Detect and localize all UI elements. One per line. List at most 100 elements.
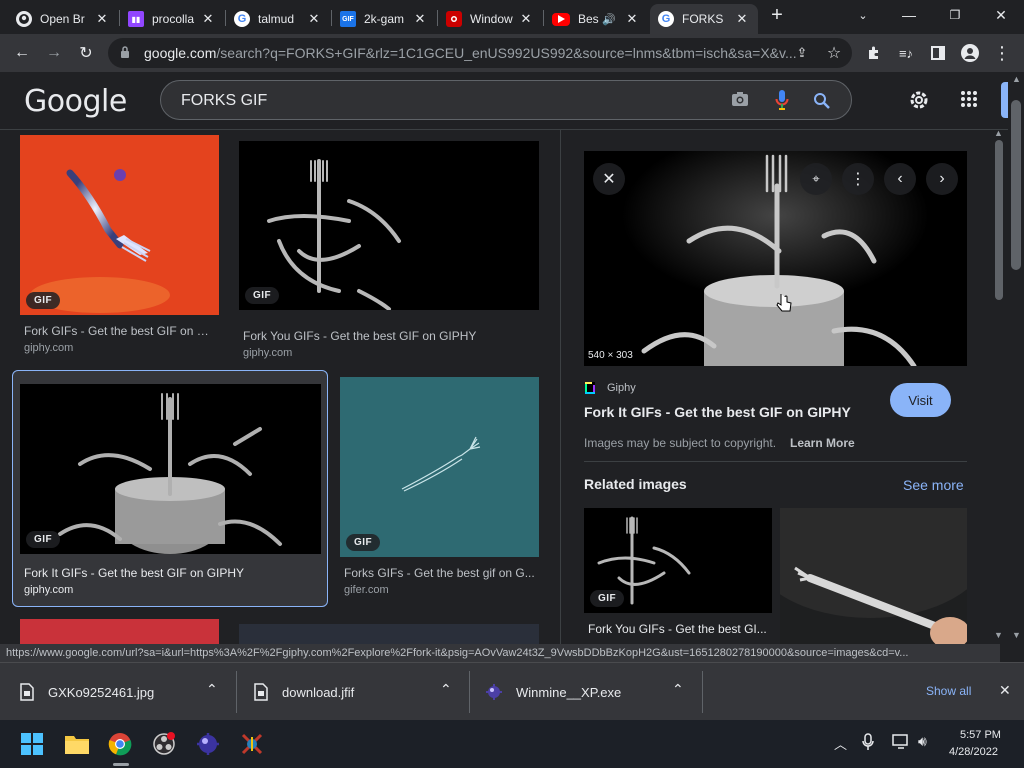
obs-studio-icon[interactable] xyxy=(148,728,180,760)
volume-icon[interactable]: 🔊︎ xyxy=(918,733,927,750)
result-title[interactable]: Fork It GIFs - Get the best GIF on GIPHY xyxy=(24,566,320,580)
result-source[interactable]: giphy.com xyxy=(243,347,292,359)
result-thumbnail[interactable]: GIF xyxy=(20,384,321,554)
download-item[interactable]: download.jfif ⌃ xyxy=(254,663,464,721)
reload-button[interactable]: ↻ xyxy=(72,39,100,67)
related-thumbnail[interactable]: GIF xyxy=(584,508,772,613)
close-tab-icon[interactable]: ✕ xyxy=(412,11,428,27)
result-source[interactable]: giphy.com xyxy=(24,584,73,596)
microphone-tray-icon[interactable] xyxy=(862,733,874,756)
tab-window[interactable]: Window ✕ xyxy=(438,4,542,34)
new-tab-button[interactable]: + xyxy=(760,0,794,30)
share-icon[interactable]: ⇪ xyxy=(788,39,816,67)
result-title[interactable]: Forks GIFs - Get the best gif on G... xyxy=(344,566,536,580)
tab-search-icon[interactable]: ⌄ xyxy=(840,0,886,30)
camera-search-icon[interactable] xyxy=(731,91,749,112)
related-thumbnail[interactable] xyxy=(780,508,967,644)
chevron-up-icon[interactable]: ⌃ xyxy=(672,681,684,698)
tab-open-br[interactable]: Open Br ✕ xyxy=(8,4,118,34)
profile-avatar[interactable] xyxy=(956,39,984,67)
chrome-icon[interactable] xyxy=(104,728,136,760)
related-title[interactable]: Fork You GIFs - Get the best GI... xyxy=(588,622,770,636)
learn-more-link[interactable]: Learn More xyxy=(790,436,855,450)
forward-button[interactable]: → xyxy=(40,39,68,67)
result-source[interactable]: gifer.com xyxy=(344,584,389,596)
google-logo[interactable]: Google xyxy=(24,84,127,119)
search-input[interactable]: FORKS GIF xyxy=(181,92,267,110)
close-window-button[interactable]: ✕ xyxy=(978,0,1024,30)
result-thumbnail[interactable]: GIF xyxy=(239,141,539,310)
result-card[interactable]: GIF Fork You GIFs - Get the best GIF on … xyxy=(239,135,540,360)
address-bar[interactable]: google.com /search?q=FORKS+GIF&rlz=1C1GC… xyxy=(108,38,852,68)
page-scrollbar-thumb[interactable] xyxy=(1011,100,1021,270)
preview-title[interactable]: Fork It GIFs - Get the best GIF on GIPHY xyxy=(584,404,851,420)
tab-procolla[interactable]: ▮▮ procolla ✕ xyxy=(120,4,224,34)
result-thumbnail[interactable] xyxy=(239,624,539,644)
extensions-icon[interactable] xyxy=(860,39,888,67)
result-title[interactable]: Fork You GIFs - Get the best GIF on GIPH… xyxy=(243,329,535,343)
panel-scrollbar[interactable]: ▲ ▼ xyxy=(990,128,1008,644)
settings-gear-icon[interactable] xyxy=(908,89,930,116)
scroll-up-arrow-icon[interactable]: ▲ xyxy=(994,128,1003,138)
search-inside-image-icon[interactable]: ⌖ xyxy=(800,163,832,195)
close-preview-button[interactable]: ✕ xyxy=(593,163,625,195)
panel-scrollbar-thumb[interactable] xyxy=(995,140,1003,300)
result-source[interactable]: giphy.com xyxy=(24,342,73,354)
clock-time[interactable]: 5:57 PM xyxy=(960,729,1001,741)
minesweeper-taskbar-icon[interactable] xyxy=(192,728,224,760)
close-tab-icon[interactable]: ✕ xyxy=(734,11,750,27)
game-app-icon[interactable] xyxy=(236,728,268,760)
more-options-icon[interactable]: ⋮ xyxy=(842,163,874,195)
close-tab-icon[interactable]: ✕ xyxy=(306,11,322,27)
result-card[interactable]: GIF Fork GIFs - Get the best GIF on G...… xyxy=(20,135,220,360)
preview-image[interactable]: ✕ ⌖ ⋮ ‹ › 540 × 303 xyxy=(584,151,967,366)
file-explorer-icon[interactable] xyxy=(61,728,93,760)
speaker-icon[interactable]: 🔊 xyxy=(602,13,616,26)
windows-start-icon[interactable] xyxy=(16,728,48,760)
see-more-link[interactable]: See more xyxy=(903,477,964,493)
search-icon[interactable] xyxy=(813,92,831,115)
minimize-button[interactable]: — xyxy=(886,0,932,30)
side-panel-icon[interactable] xyxy=(924,39,952,67)
clock-date[interactable]: 4/28/2022 xyxy=(949,746,998,758)
back-button[interactable]: ← xyxy=(8,39,36,67)
source-site-name[interactable]: Giphy xyxy=(607,382,636,394)
media-controls-icon[interactable]: ≡♪ xyxy=(892,39,920,67)
previous-image-button[interactable]: ‹ xyxy=(884,163,916,195)
next-image-button[interactable]: › xyxy=(926,163,958,195)
result-thumbnail[interactable]: GIF xyxy=(340,377,539,557)
result-card[interactable]: GIF Forks GIFs - Get the best gif on G..… xyxy=(340,377,540,602)
scroll-down-arrow-icon[interactable]: ▼ xyxy=(1012,630,1021,640)
close-tab-icon[interactable]: ✕ xyxy=(200,11,216,27)
download-item[interactable]: Winmine__XP.exe ⌃ xyxy=(486,663,696,721)
tab-bes[interactable]: Bes 🔊 ✕ xyxy=(544,4,648,34)
tab-talmud[interactable]: G talmud ✕ xyxy=(226,4,330,34)
result-thumbnail[interactable] xyxy=(20,619,219,644)
chevron-up-icon[interactable]: ⌃ xyxy=(440,681,452,698)
tab-2k-gam[interactable]: GIF 2k-gam ✕ xyxy=(332,4,436,34)
close-tab-icon[interactable]: ✕ xyxy=(518,11,534,27)
close-tab-icon[interactable]: ✕ xyxy=(624,11,640,27)
bookmark-star-icon[interactable]: ☆ xyxy=(820,39,848,67)
microphone-icon[interactable] xyxy=(775,89,789,116)
restore-button[interactable]: ❐ xyxy=(932,0,978,30)
result-thumbnail[interactable]: GIF xyxy=(20,135,219,315)
result-card-selected[interactable]: GIF Fork It GIFs - Get the best GIF on G… xyxy=(12,370,328,607)
close-tab-icon[interactable]: ✕ xyxy=(94,11,110,27)
visit-button[interactable]: Visit xyxy=(890,383,951,417)
apps-grid-icon[interactable] xyxy=(960,90,978,113)
chevron-up-icon[interactable]: ⌃ xyxy=(206,681,218,698)
download-item[interactable]: GXKo9252461.jpg ⌃ xyxy=(20,663,230,721)
related-image-card[interactable]: GIF Fork You GIFs - Get the best GI... xyxy=(584,508,772,644)
tab-forks[interactable]: G FORKS ✕ xyxy=(650,4,758,34)
search-box[interactable]: FORKS GIF xyxy=(160,80,852,120)
close-downloads-bar-icon[interactable]: ✕ xyxy=(999,682,1011,699)
scroll-up-arrow-icon[interactable]: ▲ xyxy=(1012,74,1021,84)
result-title[interactable]: Fork GIFs - Get the best GIF on G... xyxy=(24,324,216,338)
network-icon[interactable] xyxy=(892,734,910,755)
show-all-downloads-link[interactable]: Show all xyxy=(926,684,971,698)
page-scrollbar[interactable]: ▲ ▼ xyxy=(1008,72,1024,644)
menu-kebab-icon[interactable]: ⋮ xyxy=(988,39,1016,67)
scroll-down-arrow-icon[interactable]: ▼ xyxy=(994,630,1003,640)
show-hidden-icons-chevron-icon[interactable]: ︿ xyxy=(834,734,847,753)
